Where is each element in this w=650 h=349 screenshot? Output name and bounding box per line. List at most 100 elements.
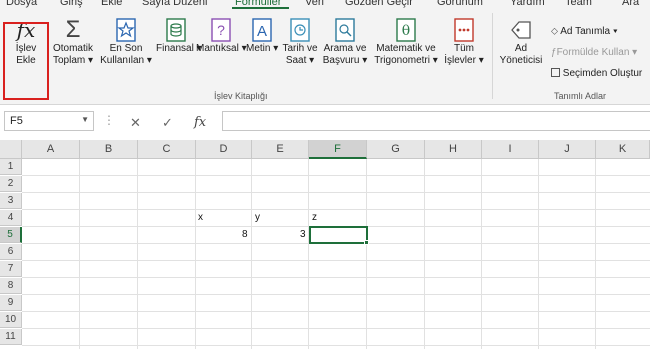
row-header-6[interactable]: 6 [0,244,22,260]
row-header-11[interactable]: 11 [0,329,22,345]
grid-icon [551,68,560,77]
menu-page-layout[interactable]: Sayfa Düzeni [142,0,207,8]
math-trig-label-1: Matematik ve [376,43,436,54]
recent-functions-button[interactable]: En Son Kullanılan ▾ [96,17,156,67]
name-manager-label-1: Ad [514,43,528,54]
row-header-9[interactable]: 9 [0,295,22,311]
date-time-label-2: Saat ▾ [285,55,315,66]
gridline [137,159,138,349]
theta-book-icon: θ [396,18,416,42]
define-name-label: Ad Tanımla ▾ [560,26,618,37]
row-header-2[interactable]: 2 [0,176,22,192]
menu-review[interactable]: Gözden Geçir [345,0,413,8]
gridline [22,294,650,295]
gridline [22,328,650,329]
more-options-icon[interactable]: ⋮ [103,113,115,127]
menu-search[interactable]: Ara [622,0,639,8]
more-functions-button[interactable]: Tüm İşlevler ▾ [442,17,486,67]
insert-function-highlight [3,22,49,100]
column-headers: A B C D E F G H I J K [0,140,650,159]
menu-home[interactable]: Giriş [60,0,83,8]
gridline [595,159,596,349]
gridline [22,311,650,312]
row-header-1[interactable]: 1 [0,159,22,175]
gridline [481,159,482,349]
enter-icon[interactable]: ✓ [162,115,173,131]
cell-d5[interactable]: 8 [242,229,248,240]
menu-data[interactable]: Veri [305,0,324,8]
logical-button[interactable]: ? Mantıksal ▾ [196,17,247,55]
cell-d4[interactable]: x [198,212,203,223]
row-header-7[interactable]: 7 [0,261,22,277]
more-functions-label-1: Tüm [454,43,474,54]
create-from-selection-button[interactable]: Seçimden Oluştur [551,68,642,79]
gridline [79,159,80,349]
menu-help[interactable]: Yardım [510,0,545,8]
svg-text:A: A [257,23,267,40]
name-manager-label-2: Yöneticisi [499,55,543,66]
use-in-formula-button[interactable]: ƒFormülde Kullan ▾ [551,47,637,58]
row-header-8[interactable]: 8 [0,278,22,294]
menu-insert[interactable]: Ekle [101,0,122,8]
date-time-button[interactable]: Tarih ve Saat ▾ [278,17,322,67]
menu-file[interactable]: Dosya [6,0,37,8]
row-header-3[interactable]: 3 [0,193,22,209]
ribbon-separator [492,13,493,99]
row-header-5[interactable]: 5 [0,227,22,243]
name-box-value: F5 [10,115,23,127]
autosum-label-2: Toplam ▾ [52,55,94,66]
define-name-button[interactable]: ⬦ Ad Tanımla ▾ [551,26,618,37]
cell-area[interactable]: x y z 8 3 [22,159,650,349]
more-functions-label-2: İşlevler ▾ [444,55,484,66]
autosum-button[interactable]: Σ Otomatik Toplam ▾ [50,17,96,67]
menu-view[interactable]: Görünüm [437,0,483,8]
math-trig-button[interactable]: θ Matematik ve Trigonometri ▾ [370,17,442,67]
column-header-e[interactable]: E [252,140,309,159]
row-header-10[interactable]: 10 [0,312,22,328]
column-header-c[interactable]: C [138,140,196,159]
column-header-i[interactable]: I [482,140,539,159]
use-in-formula-label: Formülde Kullan ▾ [556,47,638,58]
chevron-down-icon[interactable]: ▼ [81,115,89,124]
date-time-label-1: Tarih ve [282,43,318,54]
column-header-h[interactable]: H [425,140,482,159]
column-header-b[interactable]: B [80,140,138,159]
menu-team[interactable]: Team [565,0,592,8]
gridline [424,159,425,349]
formula-input[interactable] [222,111,650,131]
magnifier-book-icon [335,18,355,42]
cell-e4[interactable]: y [255,212,260,223]
column-header-a[interactable]: A [22,140,80,159]
column-header-d[interactable]: D [196,140,252,159]
name-manager-button[interactable]: Ad Yöneticisi [496,17,546,67]
cell-f4[interactable]: z [312,212,317,223]
gridline [22,277,650,278]
recent-functions-label-2: Kullanılan ▾ [100,55,152,66]
column-header-j[interactable]: J [539,140,596,159]
financial-button[interactable]: Finansal ▾ [156,17,202,55]
lookup-label-1: Arama ve [323,43,367,54]
column-header-f[interactable]: F [309,140,367,159]
text-button[interactable]: A Metin ▾ [246,17,278,55]
active-cell-f5[interactable] [309,226,368,244]
gridline [308,159,309,349]
name-box[interactable]: F5 ▼ [4,111,94,131]
svg-text:?: ? [217,22,225,38]
fill-handle[interactable] [364,240,369,245]
lookup-label-2: Başvuru ▾ [322,55,368,66]
sigma-icon: Σ [65,16,81,43]
gridline [22,175,650,176]
row-header-4[interactable]: 4 [0,210,22,226]
tag-icon: ⬦ [551,26,558,37]
name-tag-icon [511,21,531,39]
menu-bar: Dosya Giriş Ekle Sayfa Düzeni Formüller … [0,0,650,9]
cell-e5[interactable]: 3 [300,229,306,240]
column-header-k[interactable]: K [596,140,650,159]
column-header-g[interactable]: G [367,140,425,159]
gridline [22,209,650,210]
lookup-reference-button[interactable]: Arama ve Başvuru ▾ [320,17,370,67]
math-trig-label-2: Trigonometri ▾ [374,55,438,66]
cancel-icon[interactable]: ✕ [130,115,141,131]
ribbon: fx İşlev Ekle Σ Otomatik Toplam ▾ En Son… [0,9,650,105]
insert-function-icon[interactable]: fx [194,115,206,130]
